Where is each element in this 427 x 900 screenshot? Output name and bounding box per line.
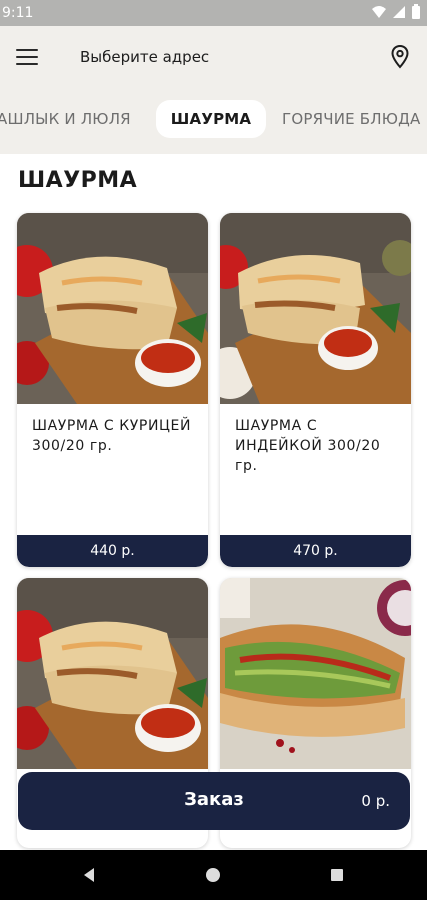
app-screen: 9:11 Выберите адрес АШЛЫК И ЛЮЛЯ ШАУРМА … (0, 0, 427, 900)
product-photo (220, 213, 411, 404)
hamburger-icon-line (16, 63, 38, 65)
status-time: 9:11 (2, 5, 34, 21)
nav-back-button[interactable] (64, 850, 114, 900)
product-photo (220, 578, 411, 769)
product-price-button[interactable]: 440 р. (17, 535, 208, 567)
order-total: 0 р. (361, 792, 390, 810)
tab-shaurma[interactable]: ШАУРМА (156, 100, 266, 138)
location-pin-icon (391, 44, 409, 69)
app-header: Выберите адрес АШЛЫК И ЛЮЛЯ ШАУРМА ГОРЯЧ… (0, 26, 427, 154)
menu-button[interactable] (16, 46, 46, 68)
product-price-button[interactable]: 470 р. (220, 535, 411, 567)
status-bar: 9:11 (0, 0, 427, 26)
category-tabs: АШЛЫК И ЛЮЛЯ ШАУРМА ГОРЯЧИЕ БЛЮДА (0, 100, 427, 140)
hamburger-icon-line (16, 56, 38, 58)
product-photo (17, 578, 208, 769)
nav-recent-button[interactable] (312, 850, 362, 900)
hamburger-icon-line (16, 49, 38, 51)
tab-shashlik[interactable]: АШЛЫК И ЛЮЛЯ (0, 100, 131, 138)
recent-square-icon (331, 869, 343, 881)
address-selector[interactable]: Выберите адрес (80, 48, 209, 66)
system-navigation-bar (0, 850, 427, 900)
product-name: ШАУРМА С ИНДЕЙКОЙ 300/20 гр. (235, 418, 381, 474)
tab-hot-dishes[interactable]: ГОРЯЧИЕ БЛЮДА (282, 100, 421, 138)
status-icons (371, 4, 421, 20)
location-button[interactable] (387, 44, 413, 70)
battery-icon (412, 4, 420, 19)
order-label: Заказ (184, 789, 244, 810)
nav-home-button[interactable] (188, 850, 238, 900)
back-triangle-icon (84, 868, 94, 882)
product-photo (17, 213, 208, 404)
wifi-icon (372, 6, 386, 18)
section-title: ШАУРМА (18, 168, 138, 193)
product-card[interactable]: ШАУРМА С ИНДЕЙКОЙ 300/20 гр. 470 р. (220, 213, 411, 567)
signal-icon (393, 6, 405, 18)
product-card[interactable]: ШАУРМА С КУРИЦЕЙ 300/20 гр. 440 р. (17, 213, 208, 567)
product-name: ШАУРМА С КУРИЦЕЙ 300/20 гр. (32, 418, 192, 454)
order-button[interactable]: Заказ 0 р. (18, 772, 410, 830)
home-circle-icon (206, 868, 220, 882)
